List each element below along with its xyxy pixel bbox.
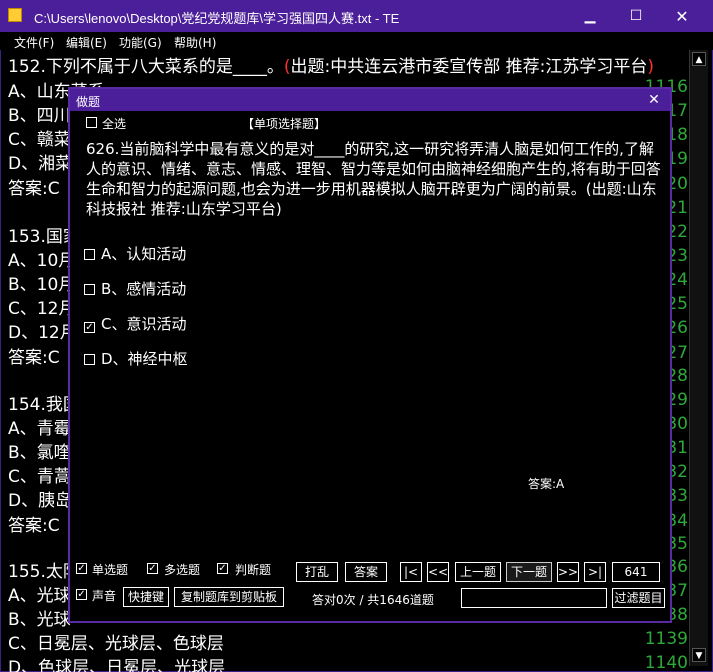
option-c-label: C、意识活动	[101, 315, 187, 333]
option-a[interactable]: A、认知活动	[84, 243, 186, 264]
single-choice-checkbox[interactable]: ✓	[76, 563, 87, 574]
option-c[interactable]: ✓ C、意识活动	[84, 313, 186, 334]
option-d[interactable]: D、神经中枢	[84, 348, 188, 369]
vertical-scrollbar[interactable]: ▲ ▼	[689, 50, 708, 666]
option-b[interactable]: B、感情活动	[84, 278, 186, 299]
editor-line: 答案:C	[8, 348, 60, 368]
editor-line: A、10月	[8, 251, 76, 271]
last-button[interactable]: >|	[584, 562, 606, 582]
title-bar[interactable]: C:\Users\lenovo\Desktop\党纪党规题库\学习强国四人赛.t…	[0, 0, 713, 32]
menu-help[interactable]: 帮助(H)	[174, 34, 216, 51]
line-number: 1140	[644, 653, 688, 672]
editor-line: 答案:C	[8, 516, 60, 536]
line-number: 1139	[644, 629, 688, 649]
quiz-dialog: 做题 ✕ 全选 【单项选择题】 626.当前脑科学中最有意义的是对____的研究…	[68, 87, 672, 623]
dialog-title: 做题	[76, 95, 101, 109]
sound-checkbox[interactable]: ✓	[76, 589, 87, 600]
editor-line: B、10月	[8, 275, 76, 295]
editor-line: C、青蒿	[8, 467, 71, 487]
question-text: 626.当前脑科学中最有意义的是对____的研究,这一研究将弄清人脑是如何工作的…	[86, 140, 661, 218]
multi-choice-checkbox[interactable]: ✓	[147, 563, 158, 574]
shortcut-button[interactable]: 快捷键	[123, 587, 169, 607]
editor-line: C、12月	[8, 299, 76, 319]
first-button[interactable]: |<	[400, 562, 422, 582]
editor-line: A、光球	[8, 586, 71, 606]
editor-line: 答案:C	[8, 179, 60, 199]
filter-button[interactable]: 过滤题目	[612, 588, 665, 608]
notepad-app-icon	[8, 8, 22, 22]
option-d-label: D、神经中枢	[101, 350, 188, 368]
multi-choice-label: 多选题	[164, 563, 201, 577]
sound-label: 声音	[92, 589, 117, 603]
scroll-up-icon[interactable]: ▲	[692, 52, 706, 66]
menu-function[interactable]: 功能(G)	[119, 34, 162, 51]
menu-edit[interactable]: 编辑(E)	[66, 34, 107, 51]
editor-line: B、氯喹	[8, 443, 71, 463]
prev-fast-button[interactable]: <<	[427, 562, 449, 582]
q152-source: 出题:中共连云港市委宣传部 推荐:江苏学习平台	[290, 57, 648, 77]
dialog-title-bar[interactable]: 做题 ✕	[70, 89, 670, 111]
option-a-label: A、认知活动	[101, 245, 187, 263]
q152-text: 152.下列不属于八大菜系的是____。	[8, 57, 284, 77]
option-a-checkbox[interactable]	[84, 249, 95, 260]
judge-checkbox[interactable]: ✓	[217, 563, 228, 574]
q152-paren-close: )	[647, 57, 654, 77]
editor-line: B、四川	[8, 106, 71, 126]
shuffle-button[interactable]: 打乱	[296, 562, 338, 582]
page-number-input[interactable]: 641	[612, 562, 660, 582]
editor-line: C、日冕层、光球层、色球层	[8, 634, 224, 654]
prev-button[interactable]: 上一题	[455, 562, 501, 582]
answer-text: 答案:A	[528, 477, 565, 491]
stats-text: 答对0次 / 共1646道题	[312, 593, 434, 607]
dialog-close-icon[interactable]: ✕	[643, 90, 665, 110]
next-button[interactable]: 下一题	[506, 562, 552, 582]
editor-line: D、湘菜	[8, 154, 73, 174]
option-b-checkbox[interactable]	[84, 284, 95, 295]
select-all-label: 全选	[102, 117, 127, 131]
menu-bar: 文件(F) 编辑(E) 功能(G) 帮助(H)	[0, 32, 713, 50]
editor-line: D、色球层、日冕层、光球层	[8, 658, 226, 672]
option-b-label: B、感情活动	[101, 280, 187, 298]
editor-line-q152: 152.下列不属于八大菜系的是____。(出题:中共连云港市委宣传部 推荐:江苏…	[8, 52, 654, 77]
judge-label: 判断题	[235, 563, 272, 577]
editor-line: C、赣菜	[8, 130, 71, 150]
close-button[interactable]: ✕	[659, 0, 705, 32]
copy-to-clipboard-button[interactable]: 复制题库到剪贴板	[174, 587, 284, 607]
select-all-checkbox[interactable]	[86, 117, 97, 128]
single-choice-label: 单选题	[92, 563, 129, 577]
next-fast-button[interactable]: >>	[557, 562, 579, 582]
scroll-down-icon[interactable]: ▼	[692, 648, 706, 662]
option-c-checkbox[interactable]: ✓	[84, 322, 95, 333]
minimize-button[interactable]: ▁	[567, 0, 613, 32]
editor-line: B、光球	[8, 610, 71, 630]
q152-paren-open: (	[283, 57, 291, 77]
maximize-button[interactable]: ☐	[613, 0, 659, 32]
window-title: C:\Users\lenovo\Desktop\党纪党规题库\学习强国四人赛.t…	[34, 11, 400, 26]
editor-line: D、12月	[8, 323, 77, 343]
answer-button[interactable]: 答案	[345, 562, 387, 582]
question-type-label: 【单项选择题】	[242, 117, 327, 131]
filter-input[interactable]	[461, 588, 607, 608]
editor-line: D、胰岛	[8, 491, 73, 511]
option-d-checkbox[interactable]	[84, 354, 95, 365]
editor-line: A、青霉	[8, 419, 71, 439]
menu-file[interactable]: 文件(F)	[14, 34, 54, 51]
